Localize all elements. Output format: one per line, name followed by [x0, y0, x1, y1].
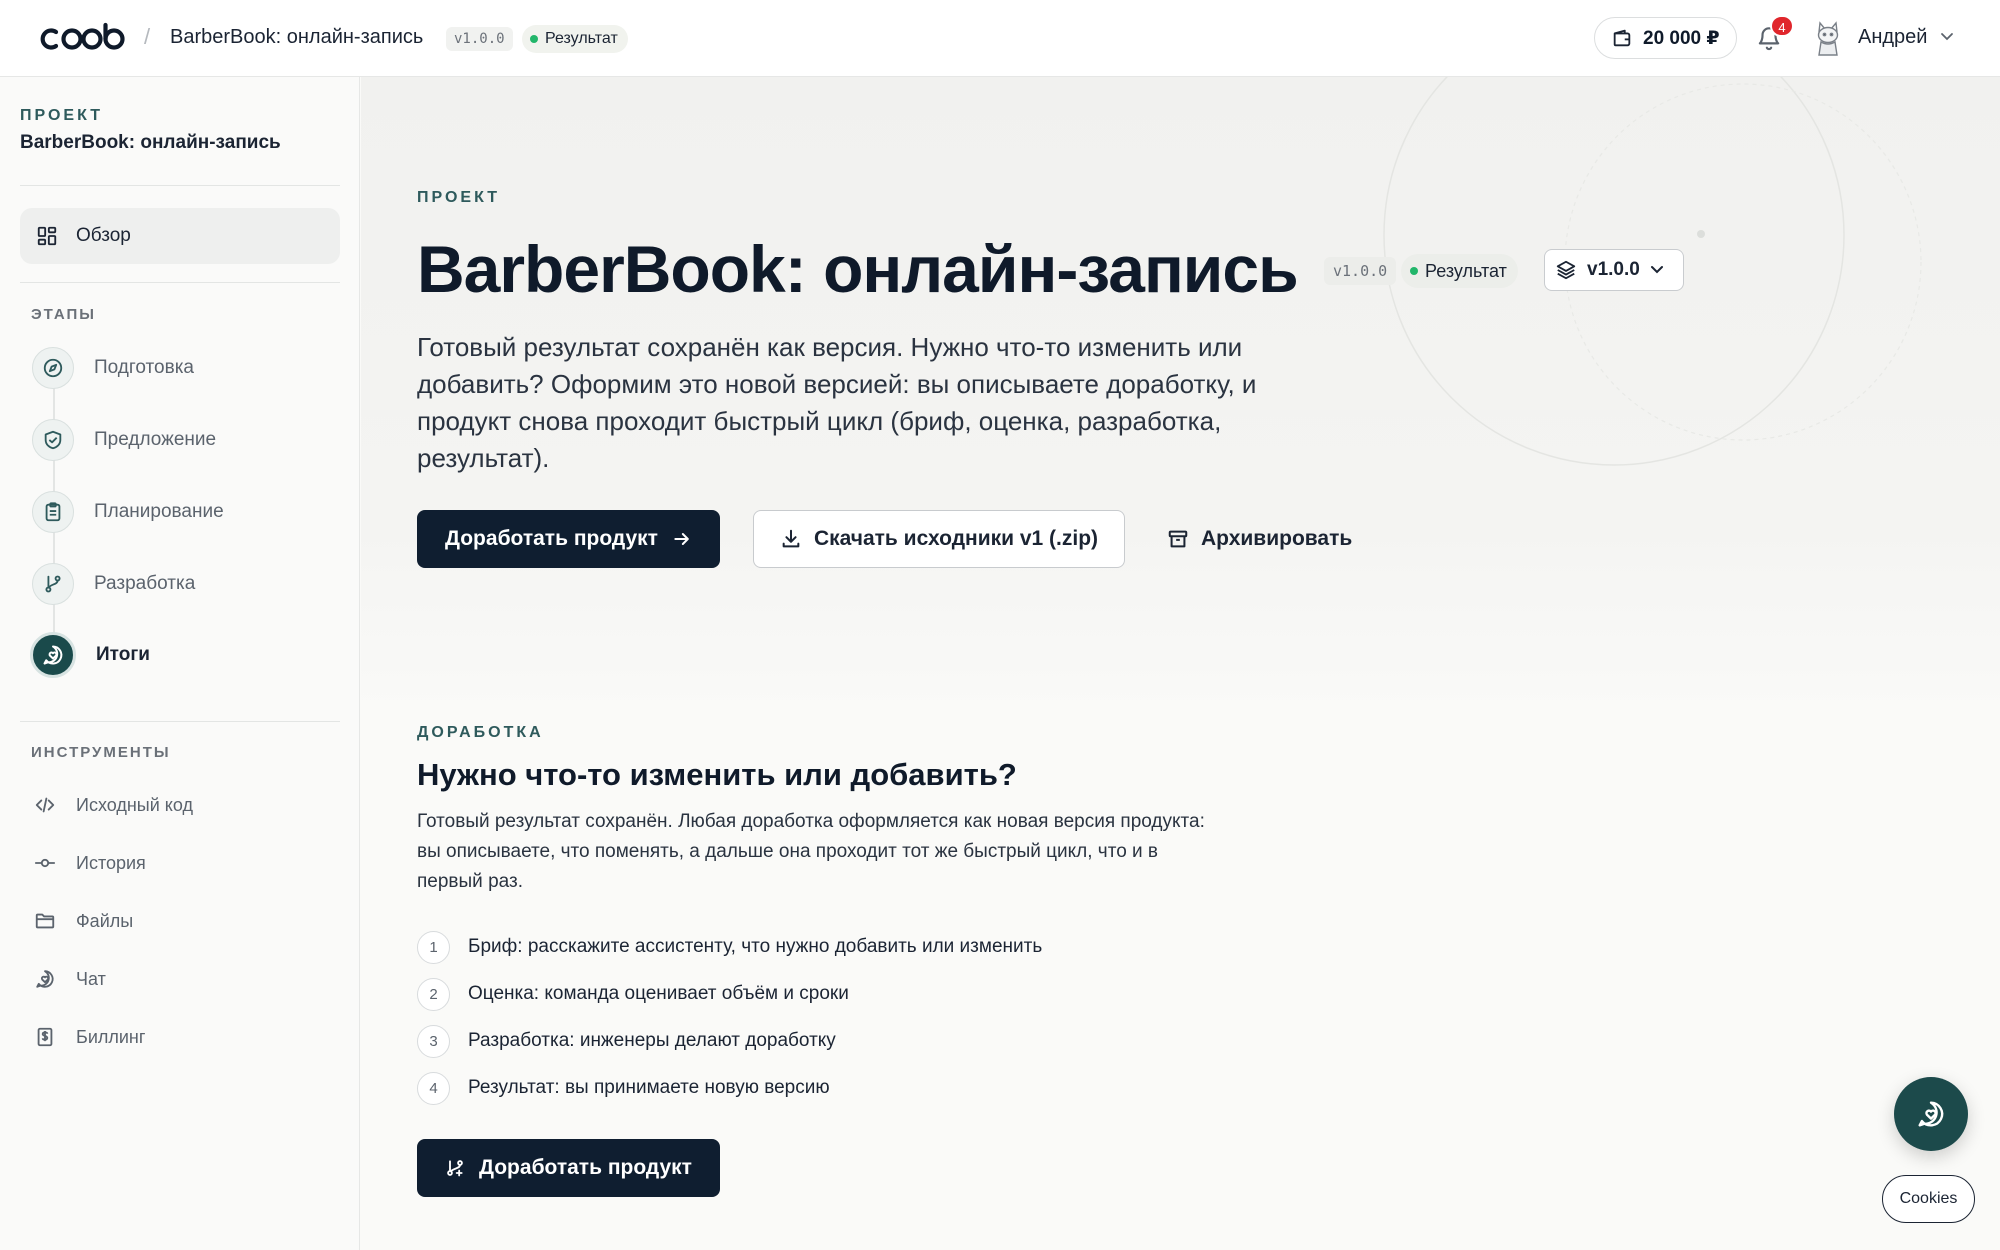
button-label: Доработать продукт [479, 1156, 692, 1179]
sidebar: ПРОЕКТ BarberBook: онлайн-запись Обзор Э… [0, 77, 360, 1250]
chevron-down-icon[interactable] [1940, 32, 1954, 42]
sidebar-item-overview[interactable]: Обзор [20, 208, 340, 264]
receipt-icon [37, 1027, 53, 1047]
status-dot-icon [530, 35, 538, 43]
chat-heart-icon [1918, 1101, 1944, 1127]
chat-heart-icon [30, 632, 76, 678]
code-icon [35, 797, 55, 813]
sidebar-project-label: ПРОЕКТ [20, 107, 104, 124]
notification-count-badge: 4 [1770, 15, 1794, 37]
page-title: BarberBook: онлайн-запись [417, 232, 1299, 306]
user-name[interactable]: Андрей [1858, 26, 1927, 49]
improve-product-button[interactable]: Доработать продукт [417, 510, 720, 568]
tool-label: Чат [76, 968, 106, 989]
status-dot-icon [1410, 267, 1418, 275]
hero-description: Готовый результат сохранён как версия. Н… [417, 332, 1257, 473]
button-label: Архивировать [1201, 527, 1353, 550]
step-text: Разработка: инженеры делают доработку [468, 1030, 836, 1051]
breadcrumb-project-title[interactable]: BarberBook: онлайн-запись [170, 26, 423, 49]
avatar[interactable] [1813, 20, 1843, 56]
stage-label: Подготовка [94, 357, 195, 378]
git-pull-request-icon [447, 1160, 463, 1177]
layers-icon [1556, 260, 1576, 280]
chat-fab-button[interactable] [1894, 1077, 1968, 1151]
tool-label: История [76, 852, 146, 873]
stage-label: Итоги [96, 644, 150, 665]
version-select-value: v1.0.0 [1587, 259, 1640, 280]
dashboard-icon [37, 226, 57, 246]
step-number: 2 [417, 977, 450, 1011]
balance-button[interactable]: 20 000 ₽ [1594, 17, 1737, 59]
arrow-right-icon [674, 533, 689, 545]
sidebar-item-results[interactable]: Итоги [30, 632, 150, 678]
button-label: Скачать исходники v1 (.zip) [813, 527, 1099, 550]
folder-icon [35, 913, 55, 929]
tools-section-label: ИНСТРУМЕНТЫ [31, 744, 171, 761]
status-label: Результат [545, 30, 618, 47]
chat-icon [36, 970, 54, 988]
sidebar-divider [20, 282, 340, 283]
list-item: 3 Разработка: инженеры делают доработку [417, 1024, 836, 1058]
hero-version-badge: v1.0.0 [1324, 257, 1397, 285]
sidebar-item-billing[interactable]: Биллинг [34, 1022, 145, 1052]
breadcrumb-separator: / [144, 24, 151, 49]
step-number: 1 [417, 930, 450, 964]
step-text: Бриф: расскажите ассистенту, что нужно д… [468, 936, 1043, 957]
stage-label: Предложение [94, 429, 217, 450]
step-number: 4 [417, 1071, 450, 1105]
download-icon [782, 529, 800, 548]
version-badge: v1.0.0 [446, 27, 513, 51]
coob-logo[interactable] [40, 22, 130, 54]
commit-icon [34, 858, 56, 868]
chevron-down-icon [1650, 266, 1663, 274]
download-source-button[interactable]: Скачать исходники v1 (.zip) [753, 510, 1125, 568]
sidebar-item-label: Обзор [76, 225, 131, 246]
step-number: 3 [417, 1024, 450, 1058]
sidebar-item-history[interactable]: История [34, 848, 146, 878]
git-branch-icon [32, 563, 74, 605]
step-text: Результат: вы принимаете новую версию [468, 1077, 830, 1098]
sidebar-item-proposal[interactable]: Предложение [32, 417, 216, 463]
hero-status-badge: Результат [1401, 254, 1518, 288]
tool-label: Исходный код [76, 794, 193, 815]
main-content: ПРОЕКТ BarberBook: онлайн-запись v1.0.0 … [361, 77, 2000, 1250]
improve-eyebrow: ДОРАБОТКА [417, 724, 544, 741]
sidebar-item-planning[interactable]: Планирование [32, 489, 224, 535]
sidebar-item-files[interactable]: Файлы [34, 906, 133, 936]
sidebar-item-preparation[interactable]: Подготовка [32, 345, 194, 391]
tool-label: Файлы [76, 910, 134, 931]
list-item: 4 Результат: вы принимаете новую версию [417, 1071, 830, 1105]
sidebar-divider [20, 721, 340, 722]
hero-eyebrow: ПРОЕКТ [417, 189, 501, 206]
cookies-button[interactable]: Cookies [1882, 1175, 1975, 1223]
stage-label: Планирование [94, 501, 224, 522]
stage-label: Разработка [94, 573, 196, 594]
sidebar-project-name: BarberBook: онлайн-запись [20, 132, 281, 153]
sidebar-item-chat[interactable]: Чат [34, 964, 106, 994]
balance-amount: 20 000 ₽ [1643, 27, 1720, 49]
archive-icon [1168, 530, 1188, 548]
status-badge: Результат [522, 25, 628, 53]
improve-section-description: Готовый результат сохранён. Любая дорабо… [417, 811, 1205, 892]
improve-product-secondary-button[interactable]: Доработать продукт [417, 1139, 720, 1197]
sidebar-item-source-code[interactable]: Исходный код [34, 790, 193, 820]
handshake-shield-icon [32, 419, 74, 461]
top-bar: / BarberBook: онлайн-запись v1.0.0 Резул… [0, 0, 2000, 77]
archive-button[interactable]: Архивировать [1167, 510, 1352, 568]
wallet-icon [1613, 29, 1631, 47]
sidebar-divider [20, 185, 340, 186]
list-item: 1 Бриф: расскажите ассистенту, что нужно… [417, 930, 1042, 964]
compass-icon [32, 347, 74, 389]
tool-label: Биллинг [76, 1026, 146, 1047]
hero-status-label: Результат [1425, 260, 1507, 281]
version-select[interactable]: v1.0.0 [1544, 249, 1684, 291]
sidebar-item-development[interactable]: Разработка [32, 561, 195, 607]
stages-section-label: ЭТАПЫ [31, 306, 96, 323]
improve-section-title: Нужно что-то изменить или добавить? [417, 757, 1017, 792]
list-item: 2 Оценка: команда оценивает объём и срок… [417, 977, 849, 1011]
button-label: Доработать продукт [445, 527, 658, 550]
clipboard-icon [32, 491, 74, 533]
step-text: Оценка: команда оценивает объём и сроки [468, 983, 849, 1004]
